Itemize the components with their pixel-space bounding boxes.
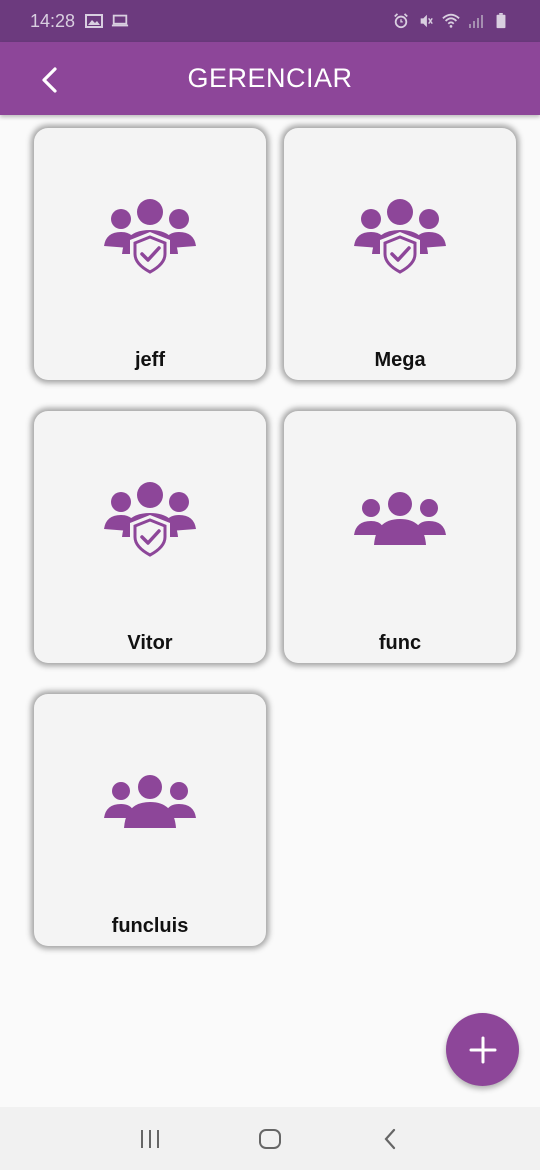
system-nav-bar [0,1107,540,1170]
group-card-label: Mega [374,349,426,371]
group-card-mega[interactable]: Mega [284,128,516,380]
group-icon [354,492,446,545]
back-arrow-icon [42,67,57,93]
group-card-jeff[interactable]: jeff [34,128,266,380]
admin-group-icon [104,482,196,561]
home-button[interactable] [250,1119,290,1159]
admin-group-icon [354,199,446,278]
group-card-label: jeff [135,349,165,371]
image-icon [85,14,104,28]
plus-icon [469,1036,496,1063]
wifi-icon [442,13,460,28]
group-card-func[interactable]: func [284,411,516,663]
group-card-label: func [378,632,422,654]
recent-apps-icon [141,1129,159,1148]
recent-apps-button[interactable] [130,1119,170,1159]
status-time: 14:28 [30,10,76,31]
signal-icon [469,15,483,28]
back-button[interactable] [30,60,70,100]
battery-icon [496,13,506,29]
add-group-button[interactable] [446,1013,519,1086]
app-bar: GERENCIAR [0,42,540,115]
admin-group-icon [104,199,196,278]
mute-icon [420,14,433,28]
group-card-label: funcluis [111,915,189,937]
group-card-vitor[interactable]: Vitor [34,411,266,663]
back-icon [384,1128,396,1149]
status-bar: 14:28 [0,0,540,42]
group-icon [104,775,196,828]
laptop-icon [111,14,129,27]
group-card-funcluis[interactable]: funcluis [34,694,266,946]
alarm-icon [394,13,408,29]
group-card-label: Vitor [127,632,173,654]
system-back-button[interactable] [370,1119,410,1159]
home-icon [259,1128,281,1149]
page-title: GERENCIAR [187,63,353,93]
